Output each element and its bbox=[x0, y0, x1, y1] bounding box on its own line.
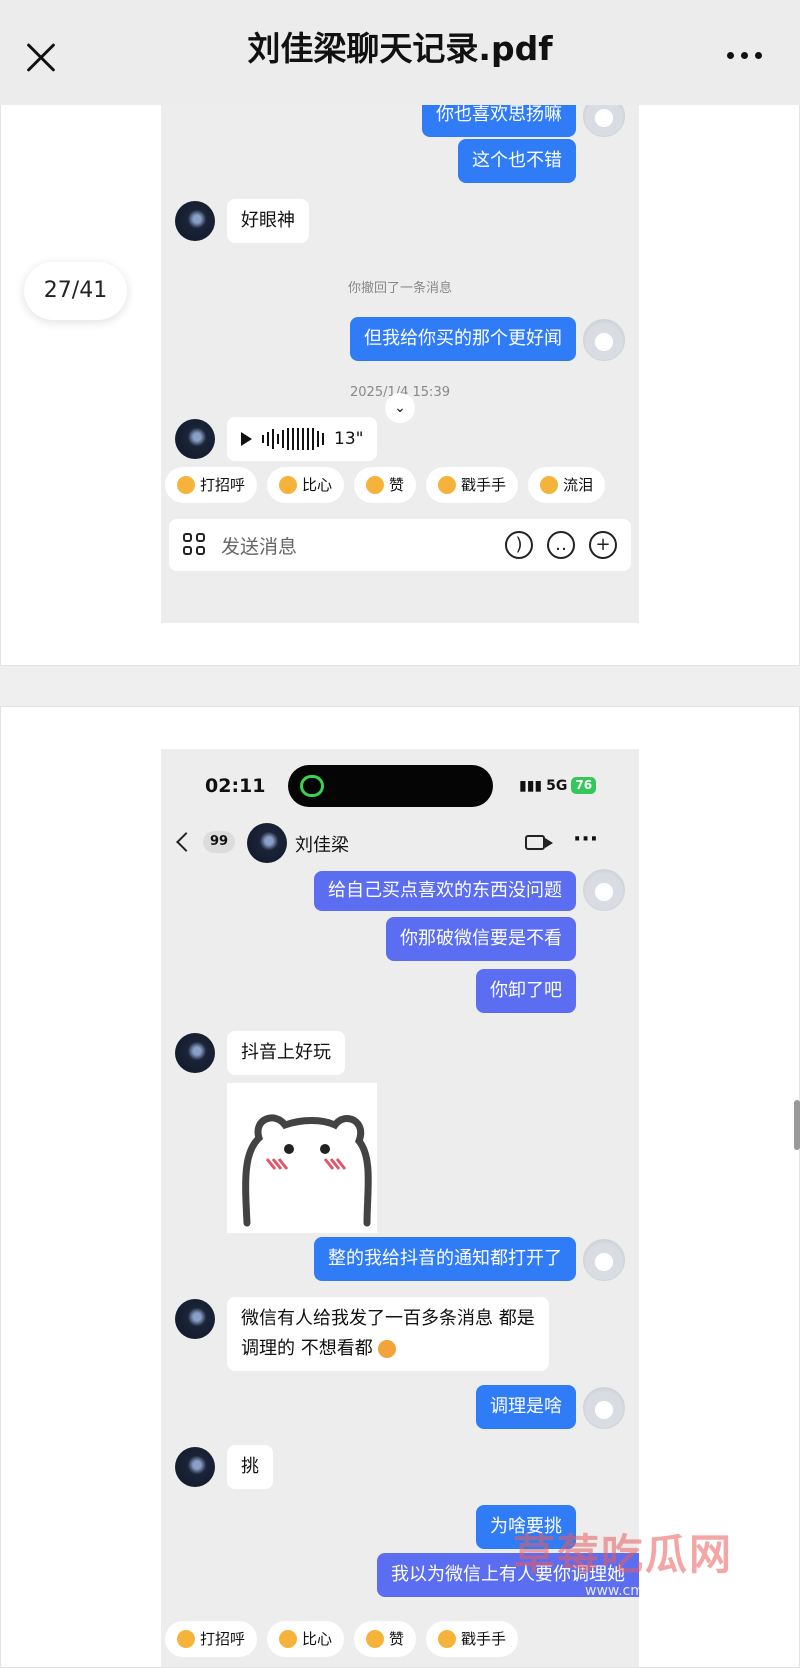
more-options-icon[interactable] bbox=[727, 52, 762, 59]
avatar bbox=[583, 319, 625, 361]
quick-reply-chip[interactable]: 比心 bbox=[267, 467, 345, 503]
avatar bbox=[175, 1299, 215, 1339]
message-bubble-out: 这个也不错 bbox=[458, 139, 576, 183]
bear-sticker[interactable] bbox=[227, 1083, 377, 1233]
quick-reply-chip[interactable]: 赞 bbox=[354, 467, 417, 503]
link-icon bbox=[300, 775, 324, 797]
network-type: 5G bbox=[546, 777, 568, 794]
page-indicator: 27/41 bbox=[24, 262, 127, 320]
poke-emoji-icon bbox=[438, 1630, 457, 1648]
battery-level: 76 bbox=[571, 777, 597, 794]
play-icon[interactable] bbox=[241, 432, 252, 446]
message-bubble-in: 微信有人给我发了一百多条消息 都是 调理的 不想看都 bbox=[227, 1297, 549, 1371]
contact-name[interactable]: 刘佳梁 bbox=[295, 831, 349, 857]
message-input[interactable]: 发送消息 bbox=[221, 532, 491, 559]
back-icon[interactable] bbox=[176, 832, 196, 852]
voice-duration: 13" bbox=[334, 429, 364, 449]
thumbs-up-icon bbox=[366, 476, 385, 494]
add-icon[interactable]: + bbox=[589, 531, 617, 559]
unread-count-badge: 99 bbox=[203, 831, 235, 853]
wave-emoji-icon bbox=[177, 1630, 195, 1648]
status-time: 02:11 bbox=[205, 775, 266, 797]
watermark-url: www.cmcgw.com bbox=[585, 1583, 705, 1599]
crying-emoji-icon bbox=[378, 1340, 397, 1358]
message-input-bar: 发送消息 ) ‥ + bbox=[169, 519, 631, 571]
avatar bbox=[583, 1239, 625, 1281]
video-call-icon[interactable] bbox=[525, 835, 553, 850]
message-bubble-out: 整的我给抖音的通知都打开了 bbox=[314, 1237, 576, 1281]
poke-emoji-icon bbox=[438, 476, 457, 494]
quick-reply-chip[interactable]: 比心 bbox=[267, 1621, 345, 1657]
avatar bbox=[583, 1387, 625, 1429]
message-bubble-in: 挑 bbox=[227, 1445, 273, 1489]
more-options-icon[interactable]: ··· bbox=[573, 827, 598, 852]
wave-emoji-icon bbox=[177, 476, 195, 494]
quick-reply-chip[interactable]: 打招呼 bbox=[165, 1621, 258, 1657]
avatar bbox=[175, 419, 215, 459]
message-bubble-in: 抖音上好玩 bbox=[227, 1031, 345, 1075]
emoji-icon[interactable]: ‥ bbox=[547, 531, 575, 559]
system-message: 你撤回了一条消息 bbox=[347, 281, 452, 296]
avatar bbox=[583, 869, 625, 911]
heart-emoji-icon bbox=[279, 476, 298, 494]
quick-reply-chip[interactable]: 戳手手 bbox=[426, 467, 519, 503]
avatar[interactable] bbox=[247, 823, 287, 863]
voice-message[interactable]: 13" bbox=[227, 417, 378, 461]
avatar bbox=[175, 201, 215, 241]
avatar bbox=[175, 1447, 215, 1487]
dynamic-island bbox=[288, 765, 493, 807]
signal-indicator: ▮▮▮ 5G 76 bbox=[519, 777, 597, 794]
quick-reply-chip[interactable]: 打招呼 bbox=[165, 467, 258, 503]
message-bubble-in: 好眼神 bbox=[227, 199, 309, 243]
avatar bbox=[175, 1033, 215, 1073]
crying-emoji-icon bbox=[540, 476, 559, 494]
quick-reply-chip[interactable]: 赞 bbox=[354, 1621, 417, 1657]
scroll-down-icon[interactable]: ⌄ bbox=[385, 393, 415, 423]
quick-reply-bar: 打招呼 比心 赞 戳手手 bbox=[161, 1621, 519, 1657]
waveform-icon bbox=[262, 428, 324, 450]
quick-reply-chip[interactable]: 戳手手 bbox=[426, 1621, 519, 1657]
heart-emoji-icon bbox=[279, 1630, 298, 1648]
quick-reply-bar: 打招呼 比心 赞 戳手手 流泪 bbox=[161, 467, 606, 503]
phone-status-bar: 02:11 ▮▮▮ 5G 76 bbox=[161, 749, 639, 819]
apps-grid-icon[interactable] bbox=[183, 533, 207, 557]
scrollbar[interactable] bbox=[794, 1100, 800, 1150]
thumbs-up-icon bbox=[366, 1630, 385, 1648]
message-bubble-out: 但我给你买的那个更好闻 bbox=[350, 317, 576, 361]
message-bubble-out: 你那破微信要是不看 bbox=[386, 917, 576, 961]
signal-bars-icon: ▮▮▮ bbox=[519, 777, 543, 794]
message-bubble-out: 调理是啥 bbox=[476, 1385, 576, 1429]
message-bubble-out: 你卸了吧 bbox=[476, 969, 576, 1013]
chat-header: 99 刘佳梁 ··· bbox=[161, 819, 639, 871]
message-bubble-out: 给自己买点喜欢的东西没问题 bbox=[314, 871, 576, 911]
watermark-logo: 草莓吃瓜网 bbox=[513, 1530, 734, 1579]
quick-reply-chip[interactable]: 流泪 bbox=[528, 467, 606, 503]
document-title: 刘佳梁聊天记录.pdf bbox=[247, 29, 553, 68]
voice-input-icon[interactable]: ) bbox=[505, 531, 533, 559]
viewer-toolbar: 刘佳梁聊天记录.pdf bbox=[0, 0, 800, 105]
